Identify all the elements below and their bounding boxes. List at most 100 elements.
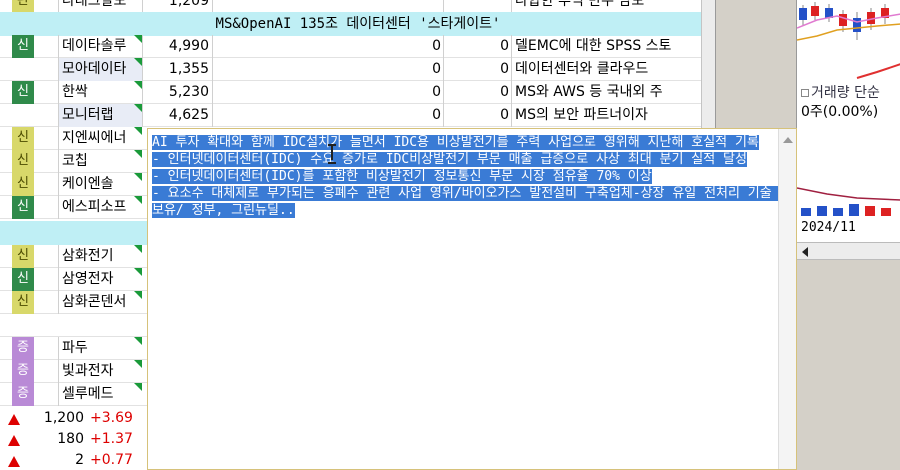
text-cursor-icon: [328, 144, 336, 164]
change-list: 1,200 +3.69 180 +1.37 2 +0.77: [0, 410, 150, 470]
corner-marker-icon: [134, 360, 142, 368]
stock-note: MS와 AWS 등 국내외 주: [511, 81, 715, 104]
stock-name[interactable]: 케이엔솔: [58, 173, 142, 196]
memo-selected-text[interactable]: AI 투자 확대와 함께 IDC설치가 늘면서 IDC용 비상발전기를 주력 사…: [152, 135, 780, 218]
stock-value-2: 0: [443, 81, 511, 104]
chart-date-label: 2024/11: [801, 220, 856, 235]
change-rate: +1.37: [90, 431, 133, 447]
stock-name[interactable]: 코칩: [58, 150, 142, 173]
corner-marker-icon: [134, 337, 142, 345]
stock-price: 5,230: [142, 81, 212, 104]
table-row[interactable]: 모니터랩 4,625 0 0 MS의 보안 파트너이자: [0, 104, 715, 127]
stock-note: MS의 보안 파트너이자: [511, 104, 715, 127]
corner-marker-icon: [134, 81, 142, 89]
corner-marker-icon: [134, 150, 142, 158]
stock-badge: 신: [12, 81, 34, 104]
corner-marker-icon: [134, 383, 142, 391]
volume-legend: 거래량 단순: [801, 82, 880, 102]
change-rate: +3.69: [90, 410, 133, 426]
corner-marker-icon: [134, 104, 142, 112]
stock-name[interactable]: 데이타솔루: [58, 35, 142, 58]
section-header: MS&OpenAI 135조 데이터센터 '스타게이트': [0, 12, 715, 36]
table-row[interactable]: 신 한싹 5,230 0 0 MS와 AWS 등 국내외 주: [0, 81, 715, 104]
stock-badge: 신: [12, 245, 34, 268]
candle: [799, 8, 807, 20]
volume-bar: [817, 206, 827, 216]
volume-bar: [801, 208, 811, 216]
stock-badge: [12, 58, 34, 81]
stock-name[interactable]: 한싹: [58, 81, 142, 104]
volume-label: 거래량 단순: [811, 85, 880, 101]
stock-note: 데이터센터와 클라우드: [511, 58, 715, 81]
change-price: 180: [57, 431, 84, 447]
stock-badge: [12, 104, 34, 127]
stock-name[interactable]: 셀루메드: [58, 383, 142, 406]
memo-textarea[interactable]: AI 투자 확대와 함께 IDC설치가 늘면서 IDC용 비상발전기를 주력 사…: [148, 129, 780, 469]
stock-badge: 증: [12, 360, 34, 383]
candle: [853, 18, 861, 32]
corner-marker-icon: [134, 127, 142, 135]
corner-marker-icon: [134, 58, 142, 66]
change-price: 2: [75, 452, 84, 468]
right-chart-panel: 거래량 단순 0주(0.00%) 2024/11: [796, 0, 900, 470]
stock-badge: 신: [12, 127, 34, 150]
stock-badge: 증: [12, 337, 34, 360]
volume-bar: [849, 204, 859, 216]
volume-chart[interactable]: [797, 120, 900, 216]
stock-price: 4,990: [142, 35, 212, 58]
legend-swatch-icon: [801, 89, 809, 97]
volume-bar: [881, 208, 891, 216]
corner-marker-icon: [134, 196, 142, 204]
stock-value-2: 0: [443, 58, 511, 81]
chart-horizontal-scrollbar[interactable]: [797, 242, 900, 260]
volume-value: 0주(0.00%): [801, 104, 879, 120]
corner-marker-icon: [134, 245, 142, 253]
corner-marker-icon: [134, 268, 142, 276]
stock-badge: 신: [12, 291, 34, 314]
candle: [839, 14, 847, 26]
stock-badge: 증: [12, 383, 34, 406]
right-panel-background: [797, 260, 900, 470]
stock-name[interactable]: 모니터랩: [58, 104, 142, 127]
stock-badge: 신: [12, 150, 34, 173]
stock-name[interactable]: 삼화전기: [58, 245, 142, 268]
stock-name[interactable]: 모아데이타: [58, 58, 142, 81]
corner-marker-icon: [134, 291, 142, 299]
change-row: 2 +0.77: [0, 452, 150, 470]
volume-bar: [865, 206, 875, 216]
stock-value-2: 0: [443, 104, 511, 127]
memo-popup[interactable]: AI 투자 확대와 함께 IDC설치가 늘면서 IDC용 비상발전기를 주력 사…: [147, 128, 797, 470]
stock-value-1: 0: [212, 104, 443, 127]
stock-value-2: 0: [443, 35, 511, 58]
stock-price: 4,625: [142, 104, 212, 127]
stock-name[interactable]: 지엔씨에너: [58, 127, 142, 150]
stock-value-1: 0: [212, 81, 443, 104]
stock-badge: 신: [12, 196, 34, 219]
candle: [811, 6, 819, 16]
stock-price: 1,355: [142, 58, 212, 81]
change-rate: +0.77: [90, 452, 133, 468]
stock-badge: 신: [12, 173, 34, 196]
table-row[interactable]: 모아데이타 1,355 0 0 데이터센터와 클라우드: [0, 58, 715, 81]
corner-marker-icon: [134, 35, 142, 43]
memo-scrollbar[interactable]: [778, 129, 796, 469]
scroll-left-icon[interactable]: [802, 247, 808, 257]
stock-name[interactable]: 삼화콘덴서: [58, 291, 142, 314]
change-row: 1,200 +3.69: [0, 410, 150, 430]
scroll-up-icon[interactable]: [783, 137, 793, 143]
stock-name[interactable]: 파두: [58, 337, 142, 360]
volume-bar: [833, 208, 843, 216]
stock-badge: 신: [12, 35, 34, 58]
corner-marker-icon: [134, 173, 142, 181]
stock-value-1: 0: [212, 58, 443, 81]
stock-name[interactable]: 에스피소프: [58, 196, 142, 219]
stock-name[interactable]: 빛과전자: [58, 360, 142, 383]
stock-note: 델EMC에 대한 SPSS 스토: [511, 35, 715, 58]
change-row: 180 +1.37: [0, 431, 150, 451]
change-price: 1,200: [43, 410, 84, 426]
stock-value-1: 0: [212, 35, 443, 58]
table-row[interactable]: 신 데이타솔루 4,990 0 0 델EMC에 대한 SPSS 스토: [0, 35, 715, 58]
stock-name[interactable]: 삼영전자: [58, 268, 142, 291]
stock-badge: 신: [12, 268, 34, 291]
price-chart[interactable]: [797, 0, 900, 80]
